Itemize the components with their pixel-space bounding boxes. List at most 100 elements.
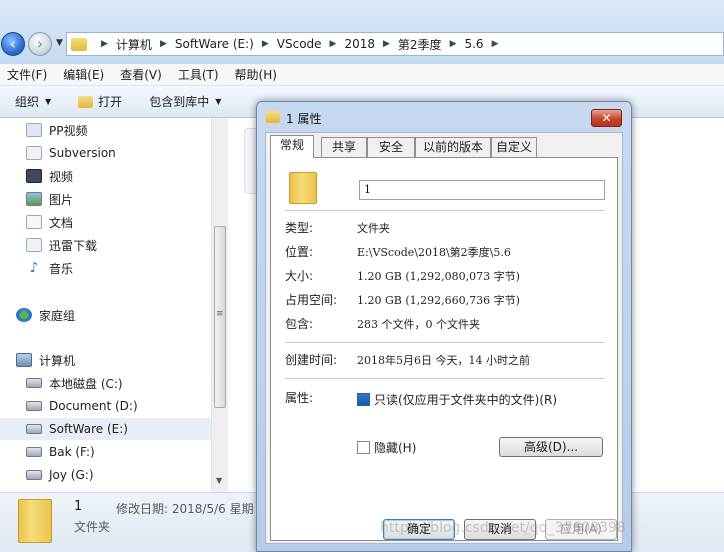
ok-button[interactable]: 确定 bbox=[383, 519, 455, 540]
open-label: 打开 bbox=[98, 95, 123, 109]
cancel-button[interactable]: 取消 bbox=[464, 519, 536, 540]
tab-sharing[interactable]: 共享 bbox=[321, 137, 367, 157]
menu-tools[interactable]: 工具(T) bbox=[178, 66, 219, 83]
folder-icon bbox=[289, 172, 317, 204]
tab-previous-versions[interactable]: 以前的版本 bbox=[415, 137, 491, 157]
sidebar-item-drive-d[interactable]: Document (D:) bbox=[26, 395, 138, 417]
readonly-label[interactable]: 只读(仅应用于文件夹中的文件)(R) bbox=[374, 391, 557, 408]
sidebar-item-videos[interactable]: 视频 bbox=[26, 165, 73, 187]
drive-icon bbox=[26, 378, 42, 388]
homegroup-icon bbox=[16, 308, 32, 322]
sidebar-item-label: Subversion bbox=[49, 146, 116, 160]
sidebar-item-label: 文档 bbox=[49, 215, 74, 230]
breadcrumb-item[interactable]: 第2季度 bbox=[398, 36, 442, 53]
music-icon: ♪ bbox=[29, 260, 39, 276]
apply-button[interactable]: 应用(A) bbox=[545, 519, 617, 540]
menu-file[interactable]: 文件(F) bbox=[7, 66, 47, 83]
sidebar-item-label: Document (D:) bbox=[49, 399, 138, 413]
navigation-scrollbar[interactable]: ≡ ▼ bbox=[211, 118, 228, 492]
breadcrumb-item[interactable]: 2018 bbox=[344, 37, 375, 51]
include-label: 包含到库中 bbox=[149, 95, 210, 109]
document-icon bbox=[26, 146, 42, 160]
folder-icon bbox=[266, 111, 280, 123]
include-in-library-button[interactable]: 包含到库中 ▼ bbox=[149, 93, 221, 110]
attributes-label: 属性: bbox=[285, 391, 314, 405]
navigation-pane: PP视频 Subversion 视频 图片 文档 迅雷下载 ♪ 音乐 家庭组 计… bbox=[0, 118, 228, 492]
scroll-down-icon[interactable]: ▼ bbox=[216, 476, 222, 485]
breadcrumb[interactable]: ▶ 计算机 ▶ SoftWare (E:) ▶ VScode ▶ 2018 ▶ … bbox=[66, 32, 724, 56]
breadcrumb-item[interactable]: 计算机 bbox=[116, 36, 152, 53]
drive-icon bbox=[26, 401, 42, 411]
chevron-right-icon[interactable]: ▶ bbox=[450, 39, 457, 49]
drive-icon bbox=[26, 447, 42, 457]
sidebar-item-pp-video[interactable]: PP视频 bbox=[26, 119, 87, 141]
sidebar-item-drive-e[interactable]: SoftWare (E:) bbox=[0, 418, 211, 440]
sidebar-item-label: 本地磁盘 (C:) bbox=[49, 376, 123, 391]
breadcrumb-item[interactable]: VScode bbox=[277, 37, 322, 51]
document-icon bbox=[26, 215, 42, 229]
sidebar-item-computer[interactable]: 计算机 bbox=[16, 349, 75, 371]
sidebar-item-drive-c[interactable]: 本地磁盘 (C:) bbox=[26, 372, 123, 394]
sidebar-item-label: 视频 bbox=[49, 169, 74, 184]
contains-label: 包含: bbox=[285, 317, 314, 331]
menu-edit[interactable]: 编辑(E) bbox=[63, 66, 104, 83]
sidebar-item-pictures[interactable]: 图片 bbox=[26, 188, 73, 210]
location-label: 位置: bbox=[285, 245, 314, 259]
location-value: E:\VScode\2018\第2季度\5.6 bbox=[357, 246, 511, 259]
chevron-right-icon[interactable]: ▶ bbox=[330, 39, 337, 49]
chevron-right-icon[interactable]: ▶ bbox=[160, 39, 167, 49]
breadcrumb-item[interactable]: 5.6 bbox=[464, 37, 483, 51]
chevron-right-icon[interactable]: ▶ bbox=[101, 39, 108, 49]
forward-button[interactable]: › bbox=[28, 32, 52, 56]
chevron-right-icon[interactable]: ▶ bbox=[492, 39, 499, 49]
sidebar-item-label: Bak (F:) bbox=[49, 445, 95, 459]
advanced-button[interactable]: 高级(D)... bbox=[499, 437, 603, 457]
tab-general[interactable]: 常规 bbox=[270, 135, 314, 158]
size-value: 1.20 GB (1,292,080,073 字节) bbox=[357, 270, 520, 283]
tab-security[interactable]: 安全 bbox=[367, 137, 415, 157]
organize-button[interactable]: 组织 ▼ bbox=[15, 93, 51, 110]
grip-icon: ≡ bbox=[216, 309, 224, 319]
folder-icon bbox=[18, 499, 52, 543]
detail-type: 文件夹 bbox=[74, 520, 111, 534]
disk-size-label: 占用空间: bbox=[285, 293, 338, 307]
tab-customize[interactable]: 自定义 bbox=[491, 137, 537, 157]
address-bar-area: ‹ › ▼ ▶ 计算机 ▶ SoftWare (E:) ▶ VScode ▶ 2… bbox=[0, 0, 724, 64]
created-value: 2018年5月6日 今天，14 小时之前 bbox=[357, 354, 530, 367]
dialog-title: 1 属性 bbox=[286, 112, 322, 126]
sidebar-item-label: 计算机 bbox=[39, 353, 76, 368]
sidebar-item-drive-g[interactable]: Joy (G:) bbox=[26, 464, 94, 486]
sidebar-item-label: PP视频 bbox=[49, 123, 88, 138]
sidebar-item-label: SoftWare (E:) bbox=[49, 422, 128, 436]
sidebar-item-music[interactable]: ♪ 音乐 bbox=[26, 257, 73, 279]
scrollbar-thumb[interactable]: ≡ bbox=[214, 226, 226, 408]
sidebar-item-label: 图片 bbox=[49, 192, 74, 207]
sidebar-item-thunder-downloads[interactable]: 迅雷下载 bbox=[26, 234, 97, 256]
contains-value: 283 个文件，0 个文件夹 bbox=[357, 318, 480, 331]
sidebar-item-documents[interactable]: 文档 bbox=[26, 211, 73, 233]
readonly-checkbox[interactable] bbox=[357, 393, 370, 406]
folder-name-input[interactable]: 1 bbox=[359, 180, 605, 200]
open-button[interactable]: 打开 bbox=[78, 93, 122, 110]
sidebar-item-drive-f[interactable]: Bak (F:) bbox=[26, 441, 95, 463]
type-value: 文件夹 bbox=[357, 222, 390, 235]
hidden-label[interactable]: 隐藏(H) bbox=[374, 439, 416, 456]
sidebar-item-label: 音乐 bbox=[49, 261, 74, 276]
back-button[interactable]: ‹ bbox=[1, 32, 25, 56]
divider bbox=[285, 210, 605, 212]
general-tab-panel: 1 类型: 文件夹 位置: E:\VScode\2018\第2季度\5.6 大小… bbox=[270, 157, 618, 541]
sidebar-item-homegroup[interactable]: 家庭组 bbox=[16, 304, 75, 326]
recent-pages-dropdown[interactable]: ▼ bbox=[56, 38, 63, 48]
open-folder-icon bbox=[78, 95, 94, 108]
document-icon bbox=[26, 238, 42, 252]
chevron-down-icon: ▼ bbox=[215, 97, 222, 106]
chevron-right-icon[interactable]: ▶ bbox=[383, 39, 390, 49]
close-button[interactable]: ✕ bbox=[591, 109, 622, 127]
hidden-checkbox[interactable] bbox=[357, 441, 370, 454]
menu-view[interactable]: 查看(V) bbox=[120, 66, 162, 83]
chevron-right-icon[interactable]: ▶ bbox=[262, 39, 269, 49]
breadcrumb-item[interactable]: SoftWare (E:) bbox=[175, 37, 254, 51]
sidebar-item-subversion[interactable]: Subversion bbox=[26, 142, 116, 164]
properties-dialog: 1 属性 ✕ 常规 共享 安全 以前的版本 自定义 1 类型: 文件夹 位置: … bbox=[256, 101, 632, 552]
menu-help[interactable]: 帮助(H) bbox=[235, 66, 277, 83]
